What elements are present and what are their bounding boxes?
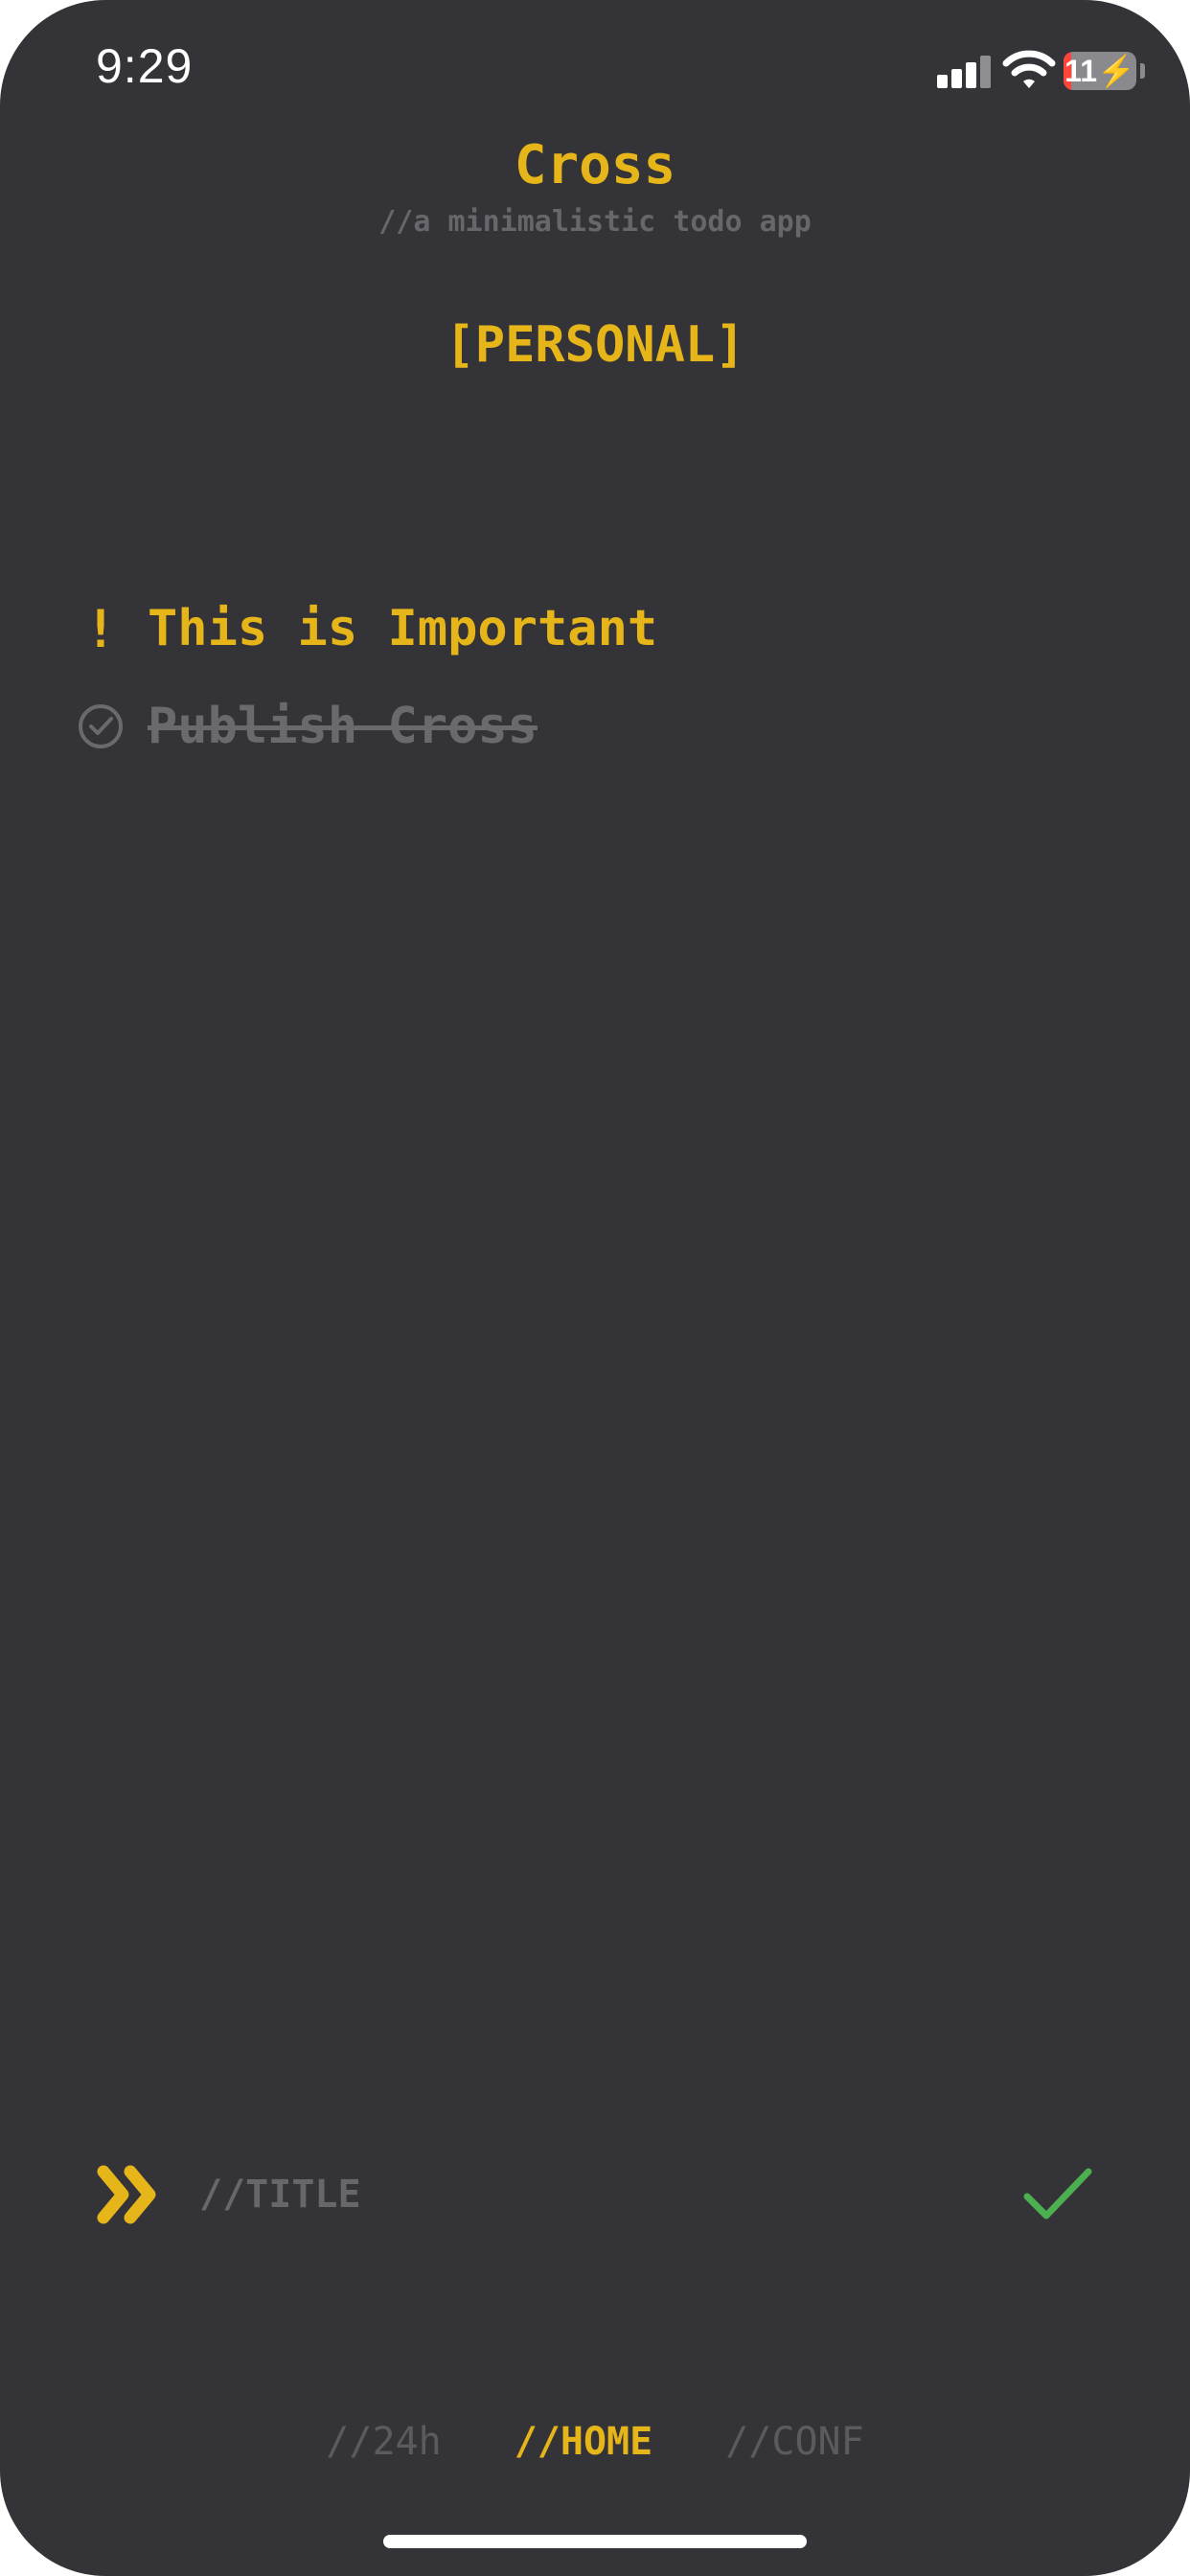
home-indicator[interactable] (383, 2535, 807, 2548)
nav-item-conf[interactable]: //CONF (725, 2420, 864, 2464)
app-screen: 9:29 11⚡ Cross //a minimalistic todo app… (0, 0, 1190, 2576)
app-title: Cross (514, 134, 676, 196)
task-item-important[interactable]: ! This is Important (77, 594, 657, 663)
task-item-done[interactable]: Publish Cross (77, 692, 538, 761)
task-title-input[interactable] (199, 2156, 1004, 2233)
cellular-signal-icon (937, 56, 991, 88)
bottom-nav: //24h //HOME //CONF (0, 2420, 1190, 2464)
nav-item-24h[interactable]: //24h (326, 2420, 441, 2464)
nav-item-home[interactable]: //HOME (515, 2420, 653, 2464)
task-label: Publish Cross (148, 698, 538, 755)
checkmark-icon[interactable] (1021, 2160, 1094, 2229)
battery-nub (1140, 63, 1145, 79)
wifi-icon (1002, 50, 1056, 88)
task-label: This is Important (148, 600, 658, 657)
app-subtitle: //a minimalistic todo app (378, 205, 812, 239)
double-chevron-right-icon[interactable] (96, 2164, 163, 2225)
list-name[interactable]: [PERSONAL] (0, 316, 1190, 374)
exclamation-icon: ! (84, 598, 117, 659)
new-task-row (96, 2156, 1094, 2233)
battery-charging-icon: 11⚡ (1064, 52, 1136, 90)
check-circle-icon[interactable] (77, 702, 125, 750)
battery-level-text: 11⚡ (1064, 54, 1135, 88)
status-time: 9:29 (96, 39, 194, 93)
